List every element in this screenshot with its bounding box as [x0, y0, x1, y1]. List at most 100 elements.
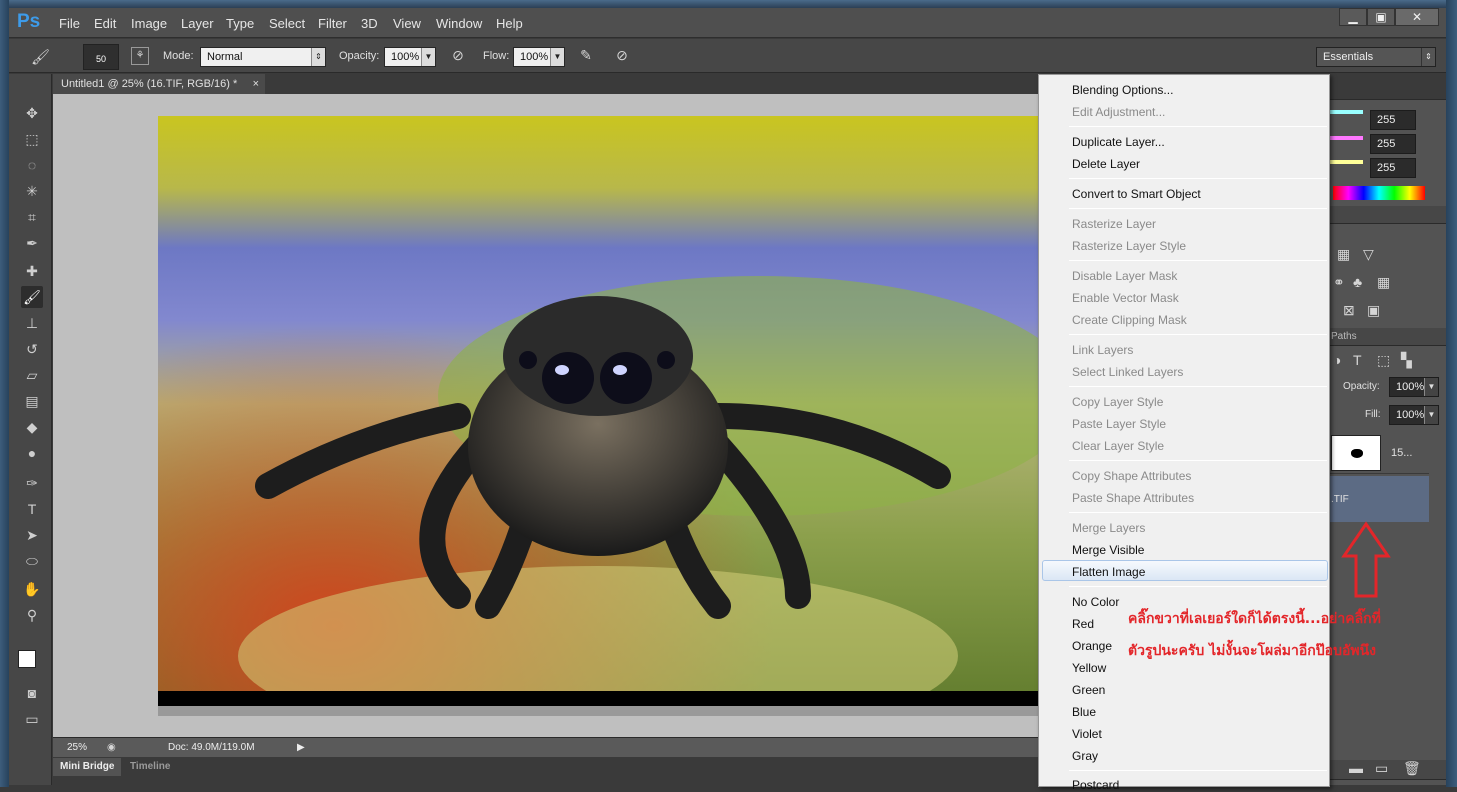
- menu-item-edit-adjustment[interactable]: Edit Adjustment...: [1072, 105, 1165, 119]
- menu-item-flatten-image[interactable]: Flatten Image: [1072, 565, 1145, 579]
- menu-item-orange[interactable]: Orange: [1072, 639, 1112, 653]
- eyedropper-tool-icon[interactable]: ✒: [21, 232, 43, 254]
- menu-edit[interactable]: Edit: [94, 16, 116, 31]
- menu-item-yellow[interactable]: Yellow: [1072, 661, 1106, 675]
- menu-item-blue[interactable]: Blue: [1072, 705, 1096, 719]
- restore-icon[interactable]: ▣: [1367, 8, 1395, 26]
- menu-item-convert-smart-object[interactable]: Convert to Smart Object: [1072, 187, 1201, 201]
- menu-item-link-layers[interactable]: Link Layers: [1072, 343, 1133, 357]
- menu-item-create-clipping-mask[interactable]: Create Clipping Mask: [1072, 313, 1187, 327]
- menu-item-rasterize-layer-style[interactable]: Rasterize Layer Style: [1072, 239, 1186, 253]
- zoom-tool-icon[interactable]: ⚲: [21, 604, 43, 626]
- color-slider-yellow[interactable]: [1329, 160, 1363, 164]
- status-share-icon[interactable]: ◉: [107, 738, 116, 757]
- color-balance-adjustment-icon[interactable]: ♣: [1353, 274, 1362, 290]
- layers-fill-field[interactable]: 100% ▼: [1389, 405, 1439, 425]
- spider-photo[interactable]: [158, 116, 1039, 716]
- gradient-tool-icon[interactable]: ▤: [21, 390, 43, 412]
- hand-tool-icon[interactable]: ✋: [21, 578, 43, 600]
- close-icon[interactable]: ×: [253, 74, 259, 94]
- menu-window[interactable]: Window: [436, 16, 482, 31]
- menu-item-enable-vector-mask[interactable]: Enable Vector Mask: [1072, 291, 1179, 305]
- color-slider-cyan[interactable]: [1329, 110, 1363, 114]
- zoom-level[interactable]: 25%: [67, 738, 87, 757]
- color-value-1[interactable]: 255: [1370, 110, 1416, 130]
- menu-image[interactable]: Image: [131, 16, 167, 31]
- history-brush-tool-icon[interactable]: ↺: [21, 338, 43, 360]
- threshold-adjustment-icon[interactable]: ▣: [1367, 302, 1380, 319]
- menu-item-delete-layer[interactable]: Delete Layer: [1072, 157, 1140, 171]
- healing-brush-tool-icon[interactable]: ✚: [21, 260, 43, 282]
- color-ramp[interactable]: [1333, 186, 1425, 200]
- filter-type-icon[interactable]: T: [1353, 352, 1362, 368]
- menu-item-red[interactable]: Red: [1072, 617, 1094, 631]
- brush-tool-icon[interactable]: 🖌: [21, 286, 43, 308]
- new-layer-icon[interactable]: ▭: [1375, 760, 1388, 777]
- new-group-folder-icon[interactable]: ▬: [1349, 760, 1363, 776]
- flow-field[interactable]: 100% ▼: [513, 47, 565, 67]
- mode-dropdown[interactable]: Normal ⇕: [200, 47, 326, 67]
- document-tab[interactable]: Untitled1 @ 25% (16.TIF, RGB/16) * ×: [53, 74, 265, 94]
- tab-mini-bridge[interactable]: Mini Bridge: [53, 758, 122, 776]
- menu-item-violet[interactable]: Violet: [1072, 727, 1102, 741]
- menu-item-paste-shape-attributes[interactable]: Paste Shape Attributes: [1072, 491, 1194, 505]
- tab-paths[interactable]: Paths: [1331, 331, 1357, 342]
- menu-item-clear-layer-style[interactable]: Clear Layer Style: [1072, 439, 1164, 453]
- menu-item-merge-layers[interactable]: Merge Layers: [1072, 521, 1145, 535]
- path-selection-tool-icon[interactable]: ➤: [21, 524, 43, 546]
- channel-mixer-adjustment-icon[interactable]: ▦: [1377, 274, 1390, 291]
- menu-view[interactable]: View: [393, 16, 421, 31]
- brush-tool-preset-icon[interactable]: 🖌: [31, 48, 50, 66]
- brush-panel-toggle-icon[interactable]: ⚘: [131, 47, 149, 65]
- type-tool-icon[interactable]: T: [21, 498, 43, 520]
- menu-help[interactable]: Help: [496, 16, 523, 31]
- menu-item-select-linked-layers[interactable]: Select Linked Layers: [1072, 365, 1183, 379]
- workspace-dropdown[interactable]: Essentials ⇕: [1316, 47, 1436, 67]
- menu-item-postcard[interactable]: Postcard: [1072, 778, 1119, 792]
- vibrance-adjustment-icon[interactable]: ⚭: [1333, 274, 1345, 291]
- menu-item-gray[interactable]: Gray: [1072, 749, 1098, 763]
- layer-row-1[interactable]: 15...: [1329, 432, 1429, 474]
- menu-select[interactable]: Select: [269, 16, 305, 31]
- filter-shape-icon[interactable]: ⬚: [1377, 352, 1390, 369]
- filter-adjustment-icon[interactable]: ◑: [1333, 352, 1341, 368]
- color-value-3[interactable]: 255: [1370, 158, 1416, 178]
- screen-mode-icon[interactable]: ▭: [21, 708, 43, 730]
- move-tool-icon[interactable]: ✥: [21, 102, 43, 124]
- eraser-tool-icon[interactable]: ▱: [21, 364, 43, 386]
- status-menu-arrow-icon[interactable]: ▶: [297, 738, 305, 757]
- quick-mask-icon[interactable]: ◙: [21, 682, 43, 704]
- gradient-map-adjustment-icon[interactable]: ▽: [1363, 246, 1374, 263]
- blur-tool-icon[interactable]: ◆: [21, 416, 43, 438]
- dodge-tool-icon[interactable]: ●: [21, 442, 43, 464]
- selective-color-adjustment-icon[interactable]: ⊠: [1343, 302, 1355, 319]
- color-value-2[interactable]: 255: [1370, 134, 1416, 154]
- layers-opacity-field[interactable]: 100% ▼: [1389, 377, 1439, 397]
- menu-3d[interactable]: 3D: [361, 16, 378, 31]
- menu-item-blending-options[interactable]: Blending Options...: [1072, 83, 1173, 97]
- minimize-icon[interactable]: ▁: [1339, 8, 1367, 26]
- pressure-size-icon[interactable]: ⊘: [613, 47, 631, 64]
- menu-item-disable-layer-mask[interactable]: Disable Layer Mask: [1072, 269, 1177, 283]
- menu-layer[interactable]: Layer: [181, 16, 214, 31]
- menu-item-copy-shape-attributes[interactable]: Copy Shape Attributes: [1072, 469, 1191, 483]
- marquee-tool-icon[interactable]: ⬚: [21, 128, 43, 150]
- menu-file[interactable]: File: [59, 16, 80, 31]
- menu-item-merge-visible[interactable]: Merge Visible: [1072, 543, 1144, 557]
- delete-layer-trash-icon[interactable]: 🗑: [1403, 760, 1421, 777]
- menu-item-no-color[interactable]: No Color: [1072, 595, 1119, 609]
- lasso-tool-icon[interactable]: ◌: [21, 154, 43, 176]
- foreground-color-swatch[interactable]: [18, 650, 36, 668]
- tab-timeline[interactable]: Timeline: [123, 758, 177, 776]
- filter-smart-object-icon[interactable]: ▚: [1401, 352, 1412, 369]
- curves-adjustment-icon[interactable]: ▦: [1337, 246, 1350, 263]
- clone-stamp-tool-icon[interactable]: ⊥: [21, 312, 43, 334]
- magic-wand-tool-icon[interactable]: ✳: [21, 180, 43, 202]
- menu-item-duplicate-layer[interactable]: Duplicate Layer...: [1072, 135, 1165, 149]
- menu-item-copy-layer-style[interactable]: Copy Layer Style: [1072, 395, 1163, 409]
- color-slider-magenta[interactable]: [1329, 136, 1363, 140]
- pen-tool-icon[interactable]: ✑: [21, 472, 43, 494]
- menu-type[interactable]: Type: [226, 16, 254, 31]
- shape-tool-icon[interactable]: ⬭: [21, 550, 43, 572]
- airbrush-icon[interactable]: ✎: [577, 47, 595, 64]
